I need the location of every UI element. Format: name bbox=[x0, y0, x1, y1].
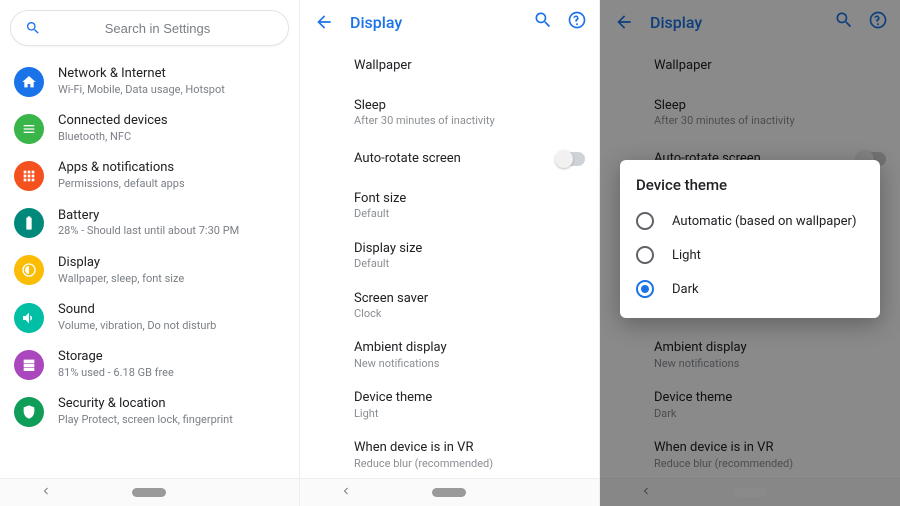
settings-item-sub: Permissions, default apps bbox=[58, 177, 185, 191]
nav-back-button[interactable] bbox=[341, 485, 351, 500]
settings-item-title: Security & location bbox=[58, 396, 233, 413]
search-box[interactable] bbox=[10, 10, 289, 46]
theme-option[interactable]: Dark bbox=[636, 272, 864, 306]
help-action[interactable] bbox=[553, 10, 587, 34]
search-wrap bbox=[0, 0, 299, 52]
display-item-title: When device is in VR bbox=[354, 439, 583, 457]
device-theme-dialog: Device theme Automatic (based on wallpap… bbox=[620, 160, 880, 318]
search-input[interactable] bbox=[41, 21, 274, 36]
back-button[interactable] bbox=[312, 12, 336, 32]
search-icon bbox=[25, 20, 41, 36]
settings-item-title: Battery bbox=[58, 208, 239, 225]
display-settings-pane-light: Display Wallpaper SleepAfter 30 minutes o… bbox=[300, 0, 600, 506]
settings-item-security[interactable]: Security & locationPlay Protect, screen … bbox=[0, 388, 299, 435]
display-item[interactable]: Font sizeDefault bbox=[300, 181, 599, 231]
help-icon bbox=[567, 10, 587, 30]
display-item-sub: Light bbox=[354, 407, 583, 421]
nav-home-pill[interactable] bbox=[132, 488, 166, 497]
settings-item-sound[interactable]: SoundVolume, vibration, Do not disturb bbox=[0, 294, 299, 341]
display-item-title: Wallpaper bbox=[354, 53, 583, 79]
display-icon bbox=[14, 255, 44, 285]
display-item[interactable]: Wallpaper bbox=[300, 44, 599, 88]
settings-item-apps[interactable]: Apps & notificationsPermissions, default… bbox=[0, 152, 299, 199]
nav-back-button[interactable] bbox=[41, 485, 51, 500]
settings-item-text: Apps & notificationsPermissions, default… bbox=[58, 160, 185, 191]
display-item-title: Sleep bbox=[354, 97, 583, 115]
settings-item-text: Battery28% - Should last until about 7:3… bbox=[58, 208, 239, 239]
display-item[interactable]: SleepAfter 30 minutes of inactivity bbox=[300, 88, 599, 138]
display-item-sub: Reduce blur (recommended) bbox=[354, 457, 583, 471]
apps-icon bbox=[14, 161, 44, 191]
devices-icon bbox=[14, 114, 44, 144]
settings-item-sub: 28% - Should last until about 7:30 PM bbox=[58, 224, 239, 238]
display-item-title: Auto-rotate screen bbox=[354, 146, 583, 172]
settings-item-title: Connected devices bbox=[58, 113, 168, 130]
settings-item-sub: 81% used - 6.18 GB free bbox=[58, 366, 174, 380]
settings-item-text: Storage81% used - 6.18 GB free bbox=[58, 349, 174, 380]
display-item-sub: Clock bbox=[354, 307, 583, 321]
theme-option[interactable]: Automatic (based on wallpaper) bbox=[636, 204, 864, 238]
display-item-sub: New notifications bbox=[354, 357, 583, 371]
display-item[interactable]: Ambient displayNew notifications bbox=[300, 330, 599, 380]
settings-item-text: SoundVolume, vibration, Do not disturb bbox=[58, 302, 216, 333]
page-title: Display bbox=[336, 13, 519, 32]
sound-icon bbox=[14, 303, 44, 333]
settings-list: Network & InternetWi-Fi, Mobile, Data us… bbox=[0, 52, 299, 478]
display-item-sub: Default bbox=[354, 207, 583, 221]
network-icon bbox=[14, 67, 44, 97]
storage-icon bbox=[14, 350, 44, 380]
settings-item-sub: Bluetooth, NFC bbox=[58, 130, 168, 144]
display-item-title: Screen saver bbox=[354, 290, 583, 308]
battery-icon bbox=[14, 208, 44, 238]
settings-item-sub: Volume, vibration, Do not disturb bbox=[58, 319, 216, 333]
settings-item-title: Display bbox=[58, 255, 184, 272]
theme-option[interactable]: Light bbox=[636, 238, 864, 272]
dialog-title: Device theme bbox=[636, 176, 864, 194]
theme-option-label: Automatic (based on wallpaper) bbox=[672, 214, 857, 229]
settings-item-sub: Wallpaper, sleep, font size bbox=[58, 272, 184, 286]
settings-item-text: Network & InternetWi-Fi, Mobile, Data us… bbox=[58, 66, 225, 97]
display-item-sub: After 30 minutes of inactivity bbox=[354, 114, 583, 128]
nav-bar bbox=[300, 478, 599, 506]
settings-item-title: Storage bbox=[58, 349, 174, 366]
settings-item-text: Security & locationPlay Protect, screen … bbox=[58, 396, 233, 427]
display-item-title: Display size bbox=[354, 240, 583, 258]
radio-button[interactable] bbox=[636, 280, 654, 298]
display-settings-pane-dialog: Display WallpaperSleepAfter 30 minutes o… bbox=[600, 0, 900, 506]
theme-option-label: Dark bbox=[672, 282, 699, 297]
settings-item-title: Apps & notifications bbox=[58, 160, 185, 177]
display-item[interactable]: Display sizeDefault bbox=[300, 231, 599, 281]
settings-item-title: Network & Internet bbox=[58, 66, 225, 83]
theme-option-label: Light bbox=[672, 248, 701, 263]
settings-item-sub: Wi-Fi, Mobile, Data usage, Hotspot bbox=[58, 83, 225, 97]
display-settings-list: Wallpaper SleepAfter 30 minutes of inacti… bbox=[300, 44, 599, 478]
toggle-switch[interactable] bbox=[557, 152, 585, 166]
settings-item-sub: Play Protect, screen lock, fingerprint bbox=[58, 413, 233, 427]
display-item[interactable]: When device is in VRReduce blur (recomme… bbox=[300, 430, 599, 478]
settings-item-text: Connected devicesBluetooth, NFC bbox=[58, 113, 168, 144]
settings-item-storage[interactable]: Storage81% used - 6.18 GB free bbox=[0, 341, 299, 388]
nav-bar bbox=[0, 478, 299, 506]
app-bar: Display bbox=[300, 0, 599, 44]
display-item[interactable]: Screen saverClock bbox=[300, 281, 599, 331]
search-action[interactable] bbox=[519, 10, 553, 34]
radio-button[interactable] bbox=[636, 246, 654, 264]
security-icon bbox=[14, 397, 44, 427]
radio-button[interactable] bbox=[636, 212, 654, 230]
settings-item-network[interactable]: Network & InternetWi-Fi, Mobile, Data us… bbox=[0, 58, 299, 105]
nav-home-pill[interactable] bbox=[432, 488, 466, 497]
search-icon bbox=[533, 10, 553, 30]
settings-item-devices[interactable]: Connected devicesBluetooth, NFC bbox=[0, 105, 299, 152]
display-item-title: Device theme bbox=[354, 389, 583, 407]
settings-item-battery[interactable]: Battery28% - Should last until about 7:3… bbox=[0, 200, 299, 247]
display-item-title: Font size bbox=[354, 190, 583, 208]
display-item-sub: Default bbox=[354, 257, 583, 271]
display-item[interactable]: Auto-rotate screen bbox=[300, 137, 599, 181]
settings-item-display[interactable]: DisplayWallpaper, sleep, font size bbox=[0, 247, 299, 294]
display-item[interactable]: Device themeLight bbox=[300, 380, 599, 430]
display-item-title: Ambient display bbox=[354, 339, 583, 357]
settings-main-pane: Network & InternetWi-Fi, Mobile, Data us… bbox=[0, 0, 300, 506]
settings-item-text: DisplayWallpaper, sleep, font size bbox=[58, 255, 184, 286]
settings-item-title: Sound bbox=[58, 302, 216, 319]
